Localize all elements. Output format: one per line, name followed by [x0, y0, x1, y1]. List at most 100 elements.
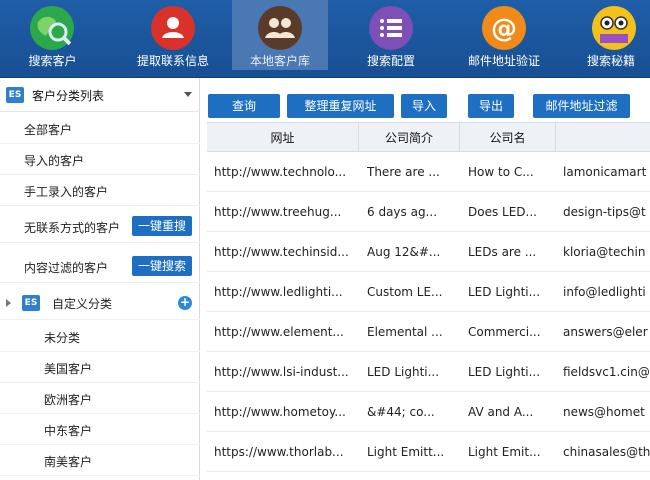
- nav-label: 提取联系信息: [136, 54, 209, 68]
- sidebar-subitem-south-america-customers[interactable]: 南美客户: [0, 445, 200, 476]
- cell-company-intro: Light Emitt...: [367, 445, 445, 459]
- sidebar-item-filtered-customers[interactable]: 内容过滤的客户 一键搜索: [0, 249, 200, 283]
- svg-text:@: @: [491, 14, 517, 44]
- sidebar-item-label: 美国客户: [44, 362, 93, 376]
- cell-email: news@homet: [563, 405, 645, 419]
- sidebar-item-imported-customers[interactable]: 导入的客户: [0, 144, 200, 175]
- table-header: 网址 公司简介 公司名: [207, 122, 650, 153]
- cell-email: answers@eler: [563, 325, 648, 339]
- export-button[interactable]: 导出: [468, 94, 514, 118]
- custom-category-label: 自定义分类: [52, 297, 113, 311]
- sidebar-item-label: 导入的客户: [24, 154, 85, 168]
- nav-search-config[interactable]: 搜索配置: [344, 0, 438, 70]
- sidebar-item-no-contact-customers[interactable]: 无联系方式的客户 一键重搜: [0, 209, 200, 243]
- table-row[interactable]: https://www.thorlab... Light Emitt... Ligh…: [207, 432, 650, 472]
- add-category-icon[interactable]: +: [178, 296, 192, 310]
- column-header-company-intro[interactable]: 公司简介: [359, 123, 460, 153]
- table-row[interactable]: http://www.ledlighti... Custom LE... LED L…: [207, 272, 650, 312]
- nav-email-verification[interactable]: @ 邮件地址验证: [456, 0, 552, 70]
- es-logo-icon: ES: [22, 295, 40, 311]
- book-owl-icon: [592, 6, 636, 50]
- nav-label: 搜索客户: [28, 54, 77, 68]
- user-group-icon: [258, 6, 302, 50]
- cell-url: http://www.techinsid...: [214, 245, 349, 259]
- table-row[interactable]: http://www.hometoy... &#44; co... AV and A…: [207, 392, 650, 432]
- cell-url: http://www.lsi-indust...: [214, 365, 349, 379]
- custom-category-group[interactable]: ES 自定义分类 +: [0, 286, 200, 320]
- table-row[interactable]: http://www.element... Elemental ... Commer…: [207, 312, 650, 352]
- sidebar-item-manual-customers[interactable]: 手工录入的客户: [0, 175, 200, 206]
- import-button[interactable]: 导入: [401, 94, 447, 118]
- sidebar-item-label: 中东客户: [44, 424, 93, 438]
- cell-company-intro: Elemental ...: [367, 325, 443, 339]
- nav-label: 邮件地址验证: [467, 54, 540, 68]
- nav-search-tips[interactable]: 搜索秘籍: [572, 0, 650, 70]
- email-filter-button[interactable]: 邮件地址过滤: [533, 94, 630, 118]
- nav-local-customer-db[interactable]: 本地客户库: [232, 0, 328, 70]
- cell-company-name: LED Lighti...: [468, 285, 541, 299]
- sidebar-item-all-customers[interactable]: 全部客户: [0, 113, 200, 144]
- cell-company-name: How to C...: [468, 165, 534, 179]
- cell-url: http://www.ledlighti...: [214, 285, 343, 299]
- table-row[interactable]: http://www.treehug... 6 days ag... Does LE…: [207, 192, 650, 232]
- cell-company-name: AV and A...: [468, 405, 534, 419]
- cell-company-intro: LED Lighti...: [367, 365, 440, 379]
- globe-search-icon: [30, 6, 74, 50]
- sidebar-item-label: 手工录入的客户: [24, 185, 109, 199]
- cell-email: fieldsvc1.cin@: [563, 365, 650, 379]
- cell-email: info@ledlighti: [563, 285, 646, 299]
- at-sign-icon: @: [482, 6, 526, 50]
- table-row[interactable]: http://www.lsi-indust... LED Lighti... LED…: [207, 352, 650, 392]
- sidebar-item-label: 内容过滤的客户: [24, 261, 109, 275]
- column-header-company-name[interactable]: 公司名: [460, 123, 556, 153]
- cell-company-name: LED Lighti...: [468, 365, 541, 379]
- search-all-button[interactable]: 一键搜索: [132, 256, 192, 276]
- cell-url: http://www.element...: [214, 325, 344, 339]
- column-header-url[interactable]: 网址: [207, 123, 359, 153]
- sidebar-item-label: 欧洲客户: [44, 393, 93, 407]
- cell-url: http://www.treehug...: [214, 205, 342, 219]
- sidebar-subitem-eu-customers[interactable]: 欧洲客户: [0, 383, 200, 414]
- action-toolbar: 查询 整理重复网址 导入 导出 邮件地址过滤: [201, 78, 650, 122]
- cell-company-intro: Custom LE...: [367, 285, 443, 299]
- cell-company-intro: 6 days ag...: [367, 205, 438, 219]
- category-list-header[interactable]: ES 客户分类列表: [0, 78, 200, 112]
- cell-company-name: LEDs are ...: [468, 245, 537, 259]
- cell-company-intro: &#44; co...: [367, 405, 435, 419]
- query-button[interactable]: 查询: [208, 94, 280, 118]
- nav-label: 搜索秘籍: [586, 54, 635, 68]
- cell-company-name: Light Emit...: [468, 445, 541, 459]
- es-logo-icon: ES: [6, 87, 24, 103]
- sidebar-subitem-uncategorized[interactable]: 未分类: [0, 321, 200, 352]
- contact-card-icon: [151, 6, 195, 50]
- sidebar-subitem-middle-east-customers[interactable]: 中东客户: [0, 414, 200, 445]
- category-sidebar: ES 客户分类列表 全部客户 导入的客户 手工录入的客户 无联系方式的客户 一键…: [0, 78, 200, 480]
- table-row[interactable]: http://www.technolo... There are ... How t…: [207, 152, 650, 192]
- category-list-title: 客户分类列表: [32, 89, 105, 103]
- cell-company-intro: Aug 12&#...: [367, 245, 441, 259]
- nav-label: 搜索配置: [366, 54, 415, 68]
- cell-company-intro: There are ...: [367, 165, 440, 179]
- sidebar-item-label: 无联系方式的客户: [24, 221, 121, 235]
- customer-main-panel: 查询 整理重复网址 导入 导出 邮件地址过滤 网址 公司简介 公司名 http:…: [201, 78, 650, 480]
- sidebar-subitem-us-customers[interactable]: 美国客户: [0, 352, 200, 383]
- research-all-button[interactable]: 一键重搜: [132, 216, 192, 236]
- nav-label: 本地客户库: [249, 54, 310, 68]
- cell-email: chinasales@th: [563, 445, 650, 459]
- cell-url: http://www.hometoy...: [214, 405, 346, 419]
- chevron-down-icon[interactable]: [184, 92, 192, 97]
- nav-search-customers[interactable]: 搜索客户: [0, 0, 105, 70]
- table-row[interactable]: http://www.techinsid... Aug 12&#... LEDs a…: [207, 232, 650, 272]
- sidebar-item-label: 南美客户: [44, 455, 93, 469]
- list-settings-icon: [369, 6, 413, 50]
- cell-url: http://www.technolo...: [214, 165, 347, 179]
- dedupe-urls-button[interactable]: 整理重复网址: [287, 94, 394, 118]
- cell-email: design-tips@t: [563, 205, 646, 219]
- nav-extract-contacts[interactable]: 提取联系信息: [118, 0, 228, 70]
- sidebar-item-label: 全部客户: [24, 123, 73, 137]
- cell-company-name: Commerci...: [468, 325, 541, 339]
- cell-email: kloria@techin: [563, 245, 646, 259]
- expand-triangle-icon[interactable]: [6, 299, 11, 307]
- top-toolbar: 搜索客户 提取联系信息 本地客户库 搜索配置 @ 邮件地址验证 搜索秘籍: [0, 0, 650, 78]
- column-header-email[interactable]: [556, 123, 650, 153]
